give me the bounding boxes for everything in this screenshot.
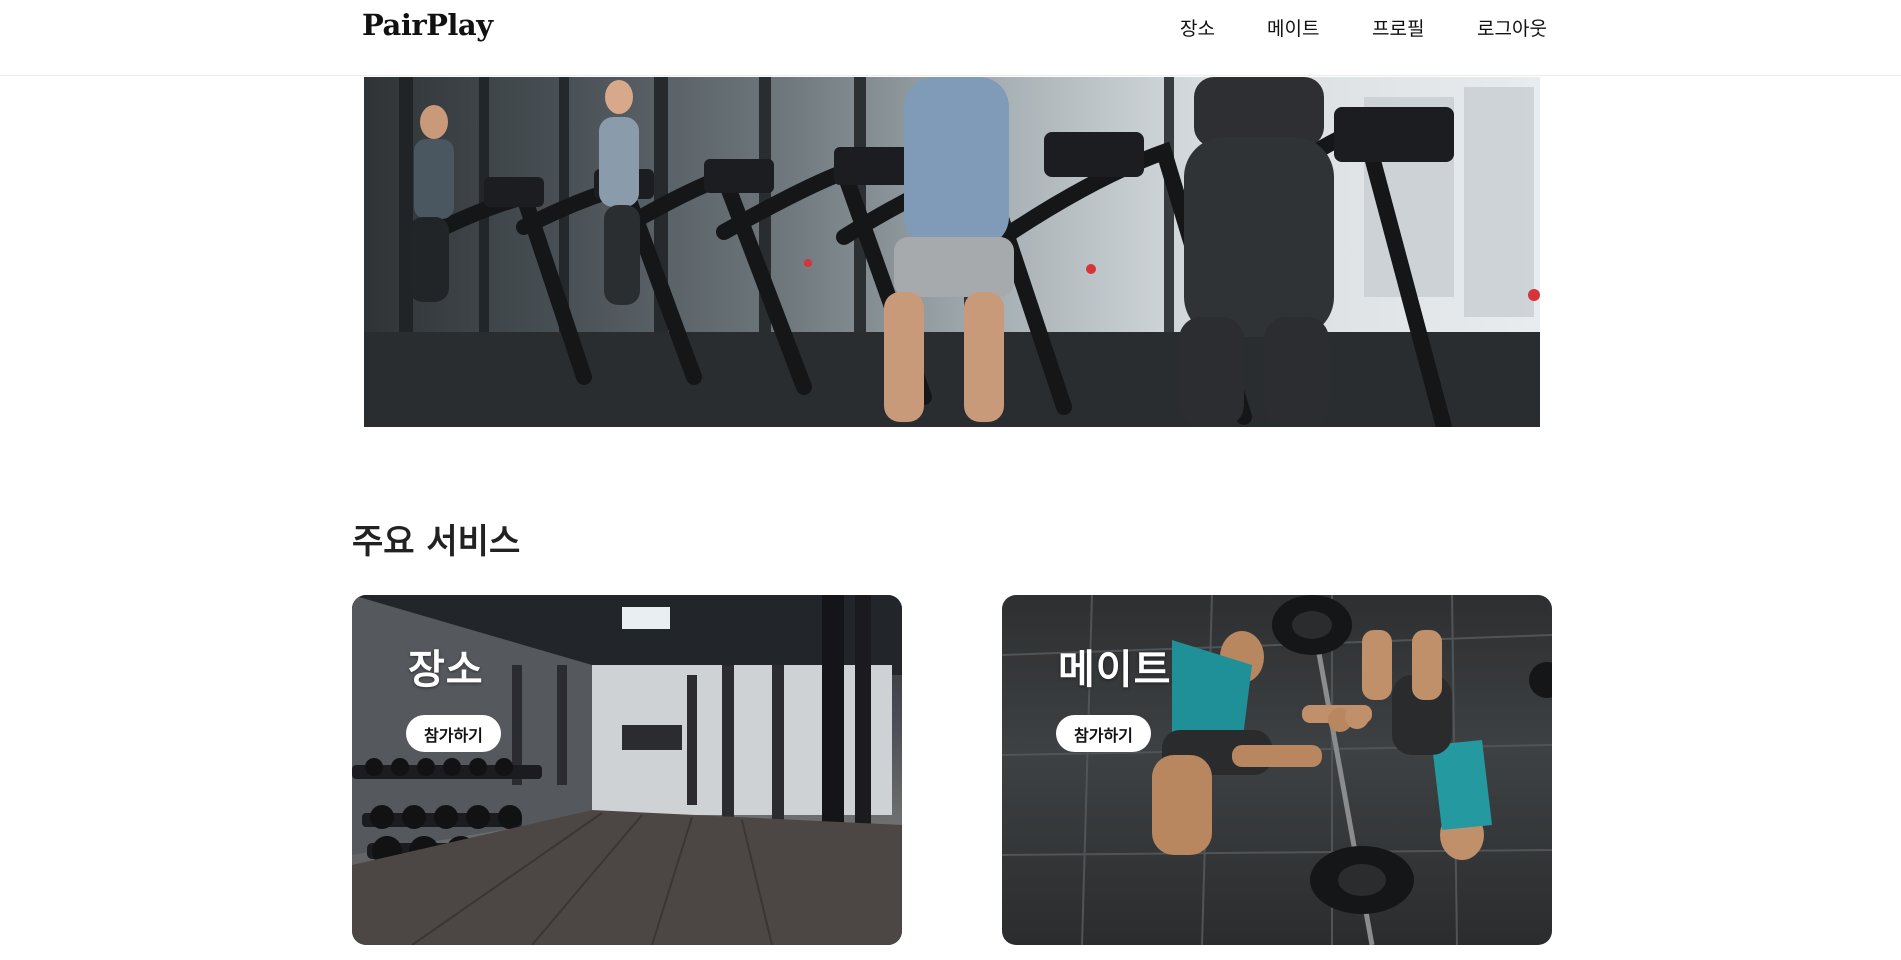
site-header: PairPlay 장소 메이트 프로필 로그아웃 — [0, 0, 1901, 76]
hero-image — [364, 77, 1540, 427]
hero-photo-illustration — [364, 77, 1540, 427]
join-button[interactable]: 참가하기 — [1056, 715, 1151, 752]
card-title: 장소 — [408, 647, 484, 693]
nav-item-logout[interactable]: 로그아웃 — [1477, 14, 1547, 41]
nav-item-profile[interactable]: 프로필 — [1372, 14, 1424, 41]
nav-item-mate[interactable]: 메이트 — [1267, 14, 1319, 41]
service-card-mate[interactable]: 메이트 참가하기 — [1002, 595, 1552, 945]
join-button[interactable]: 참가하기 — [406, 715, 501, 752]
section-title: 주요 서비스 — [352, 522, 521, 562]
service-card-place[interactable]: 장소 참가하기 — [352, 595, 902, 945]
brand-logo[interactable]: PairPlay — [362, 8, 493, 42]
card-title: 메이트 — [1058, 647, 1172, 693]
nav-item-place[interactable]: 장소 — [1180, 14, 1215, 41]
